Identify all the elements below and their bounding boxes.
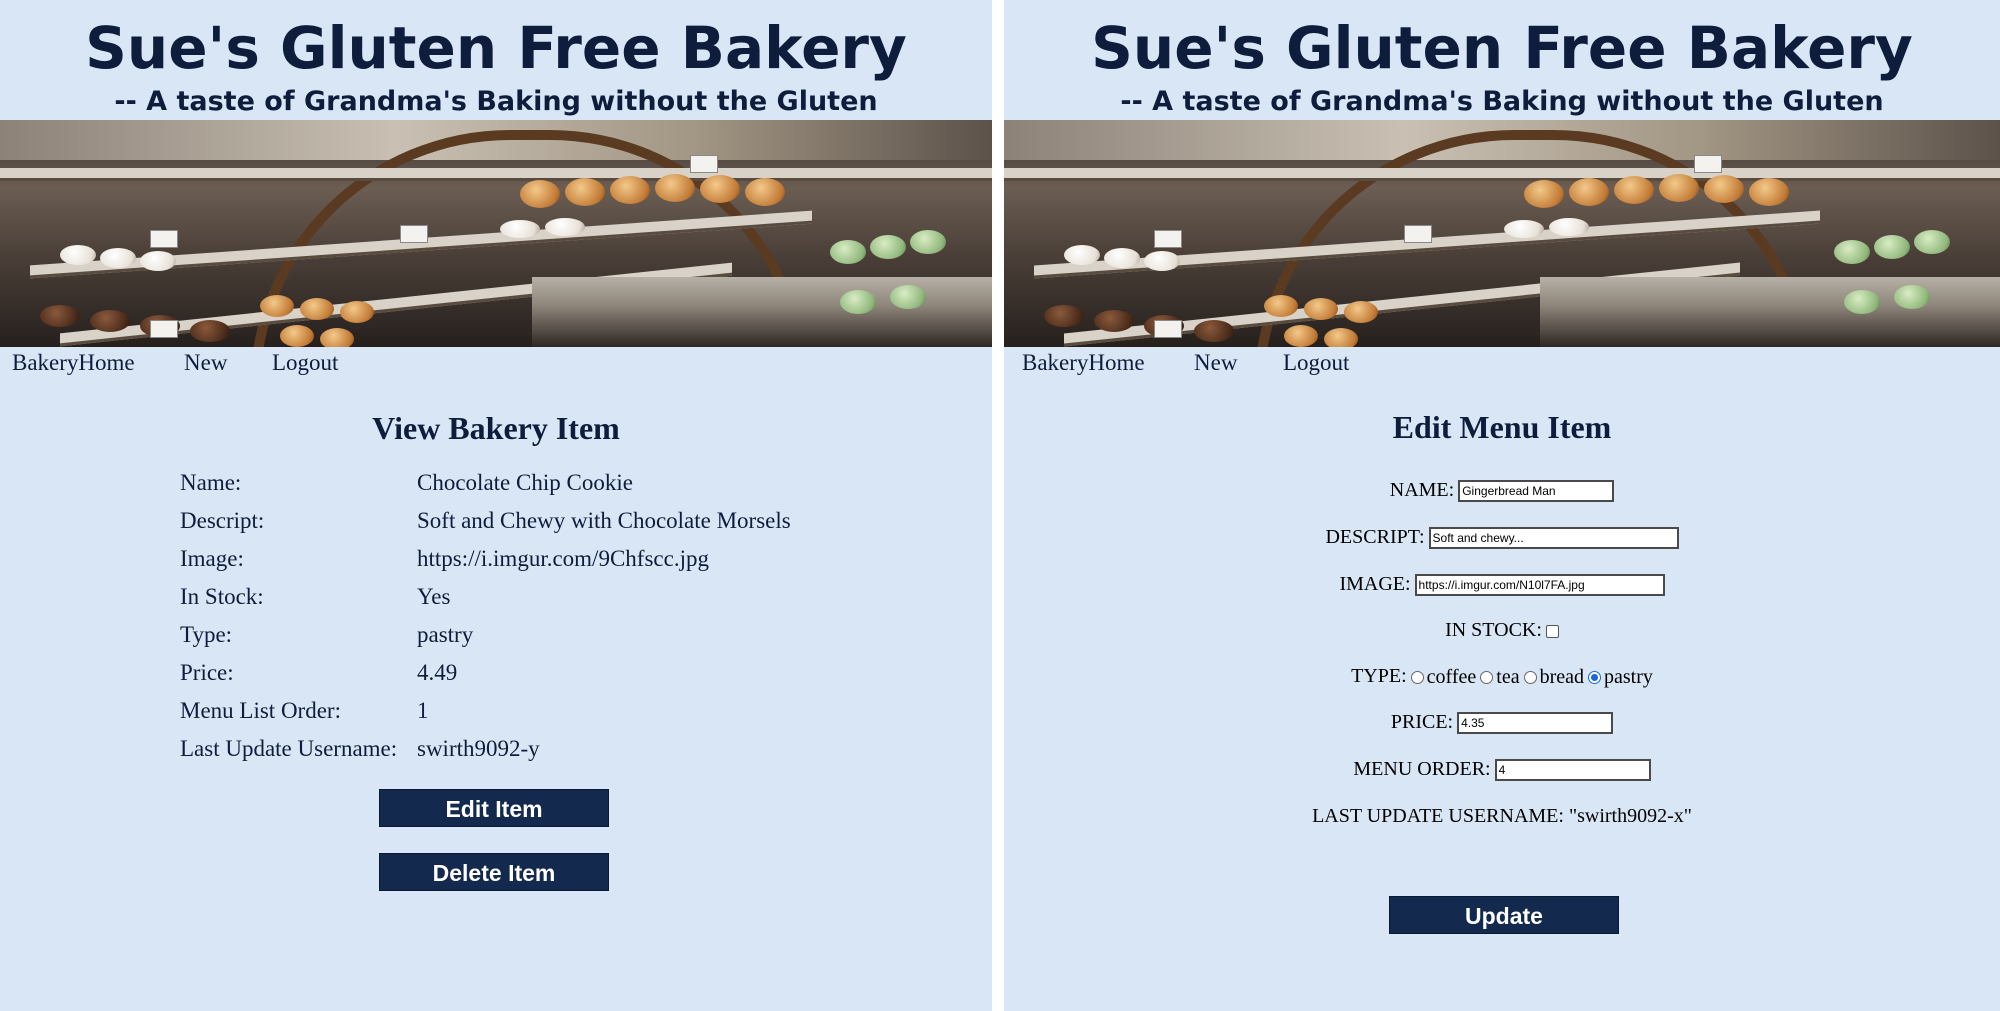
screenshot-divider xyxy=(992,0,1004,1011)
in-stock-checkbox[interactable] xyxy=(1545,624,1559,638)
menu-order-label: MENU ORDER: xyxy=(1353,758,1491,780)
detail-label: Price: xyxy=(180,660,234,685)
edit-item-button[interactable]: Edit Item xyxy=(379,789,609,827)
type-option-label: tea xyxy=(1496,665,1520,688)
view-item-page: Sue's Gluten Free Bakery -- A taste of G… xyxy=(0,0,992,1011)
detail-label: Type: xyxy=(180,622,233,647)
page-title: Edit Menu Item xyxy=(1392,409,1612,445)
detail-value: 4.49 xyxy=(417,660,458,685)
form-row-price: PRICE: 4.35 xyxy=(1004,711,2000,737)
detail-value: Soft and Chewy with Chocolate Morsels xyxy=(417,508,791,533)
site-title: Sue's Gluten Free Bakery xyxy=(85,14,907,82)
name-input[interactable]: Gingerbread Man xyxy=(1458,480,1615,503)
form-row-descript: DESCRIPT: Soft and chewy... xyxy=(1004,526,2000,552)
form-row-menu-order: MENU ORDER: 4 xyxy=(1004,758,2000,784)
detail-value: Chocolate Chip Cookie xyxy=(417,470,633,495)
menu-order-input[interactable]: 4 xyxy=(1494,759,1651,782)
nav-bakery-home[interactable]: BakeryHome xyxy=(12,350,135,376)
form-row-type: TYPE: coffee tea bread pastry xyxy=(1004,665,2000,691)
update-button[interactable]: Update xyxy=(1389,896,1619,934)
nav-bakery-home[interactable]: BakeryHome xyxy=(1022,350,1145,376)
main-nav: BakeryHome New Logout xyxy=(0,350,992,382)
type-option-label: coffee xyxy=(1426,665,1477,688)
descript-input[interactable]: Soft and chewy... xyxy=(1428,527,1679,550)
detail-value: swirth9092-y xyxy=(417,736,540,761)
nav-logout[interactable]: Logout xyxy=(272,350,338,376)
detail-label: In Stock: xyxy=(180,584,264,609)
type-radio-coffee[interactable] xyxy=(1410,670,1424,684)
type-radio-bread[interactable] xyxy=(1523,670,1537,684)
delete-item-button[interactable]: Delete Item xyxy=(379,853,609,891)
detail-label: Image: xyxy=(180,546,244,571)
price-input[interactable]: 4.35 xyxy=(1457,712,1614,735)
nav-new[interactable]: New xyxy=(184,350,227,376)
nav-new[interactable]: New xyxy=(1194,350,1237,376)
form-row-in-stock: IN STOCK: xyxy=(1004,619,2000,645)
type-radio-pastry[interactable] xyxy=(1588,670,1601,684)
name-label: NAME: xyxy=(1389,479,1455,501)
in-stock-label: IN STOCK: xyxy=(1445,619,1542,641)
detail-value: pastry xyxy=(417,622,474,647)
nav-logout[interactable]: Logout xyxy=(1283,350,1349,376)
bakery-display-banner xyxy=(0,120,992,347)
detail-value: Yes xyxy=(417,584,451,609)
main-nav: BakeryHome New Logout xyxy=(1004,350,2000,382)
type-radio-tea[interactable] xyxy=(1480,670,1494,684)
site-title: Sue's Gluten Free Bakery xyxy=(1091,14,1913,82)
type-label: TYPE: xyxy=(1351,665,1407,687)
detail-value: https://i.imgur.com/9Chfscc.jpg xyxy=(417,546,709,571)
price-label: PRICE: xyxy=(1390,711,1454,733)
edit-item-page: Sue's Gluten Free Bakery -- A taste of G… xyxy=(1004,0,2000,1011)
last-update-username: LAST UPDATE USERNAME: "swirth9092-x" xyxy=(1312,805,1692,827)
form-row-image: IMAGE: https://i.imgur.com/N10l7FA.jpg xyxy=(1004,573,2000,599)
site-tagline: -- A taste of Grandma's Baking without t… xyxy=(114,86,878,117)
detail-label: Descript: xyxy=(180,508,265,533)
detail-label: Last Update Username: xyxy=(180,736,398,761)
type-option-label: bread xyxy=(1539,665,1584,688)
detail-label: Name: xyxy=(180,470,242,495)
bakery-display-banner xyxy=(1004,120,2000,347)
image-label: IMAGE: xyxy=(1339,573,1411,595)
form-row-name: NAME: Gingerbread Man xyxy=(1004,479,2000,505)
detail-value: 1 xyxy=(417,698,429,723)
image-url-input[interactable]: https://i.imgur.com/N10l7FA.jpg xyxy=(1414,574,1665,597)
descript-label: DESCRIPT: xyxy=(1325,526,1425,548)
site-tagline: -- A taste of Grandma's Baking without t… xyxy=(1120,86,1884,117)
type-option-label: pastry xyxy=(1604,665,1653,688)
detail-label: Menu List Order: xyxy=(180,698,341,723)
page-title: View Bakery Item xyxy=(372,410,620,446)
